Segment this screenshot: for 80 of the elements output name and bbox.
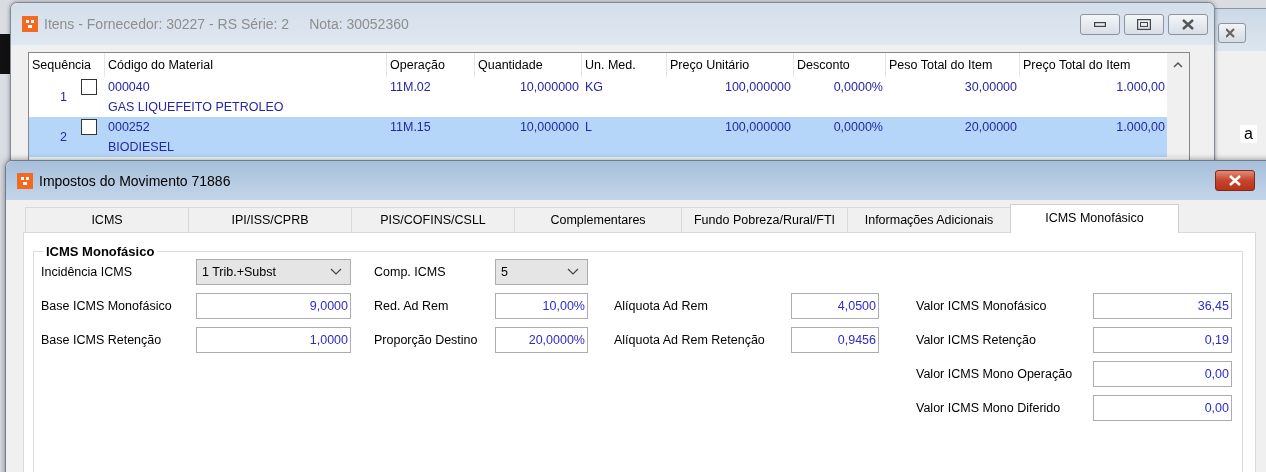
tab[interactable]: ICMS xyxy=(25,207,189,232)
close-button[interactable] xyxy=(1215,170,1255,191)
input-field[interactable]: 20,0000% xyxy=(495,327,588,353)
table-cell: 20,00000 xyxy=(964,120,1017,134)
table-cell: 1 xyxy=(60,90,67,104)
column-header[interactable]: Sequência xyxy=(29,53,104,77)
column-header[interactable]: Desconto xyxy=(793,53,885,77)
input-field[interactable]: 10,00% xyxy=(495,293,588,319)
tab[interactable]: ICMS Monofásico xyxy=(1010,204,1179,233)
table-cell: 0,0000% xyxy=(833,120,883,134)
table-cell-text: BIODIESEL xyxy=(108,139,175,156)
input-field[interactable]: 0,00 xyxy=(1093,361,1232,387)
table-cell: 30,00000 xyxy=(964,80,1017,94)
column-header[interactable]: Quantidade xyxy=(474,53,581,77)
table-cell: 100,000000 xyxy=(724,120,791,134)
field-label: Valor ICMS Retenção xyxy=(916,333,1037,347)
dropdown[interactable]: 5 xyxy=(495,259,588,285)
checkbox[interactable] xyxy=(81,79,97,95)
dropdown[interactable]: 1 Trib.+Subst xyxy=(196,259,351,285)
column-header[interactable]: Código do Material xyxy=(104,53,386,77)
app-icon xyxy=(22,16,38,32)
input-field[interactable]: 36,45 xyxy=(1093,293,1232,319)
column-header[interactable]: Un. Med. xyxy=(581,53,666,77)
table-cell: 10,000000 xyxy=(519,120,579,134)
maximize-icon xyxy=(1137,18,1151,30)
table-cell-text: 000252 xyxy=(108,119,151,136)
field-label: Alíquota Ad Rem Retenção xyxy=(614,333,766,347)
field-label: Base ICMS Retenção xyxy=(41,333,163,347)
close-button[interactable] xyxy=(1218,23,1246,43)
table-cell: 0,0000% xyxy=(833,80,883,94)
scrollbar[interactable] xyxy=(1167,53,1189,77)
field-label: Valor ICMS Monofásico xyxy=(916,299,1048,313)
field-label: Base ICMS Monofásico xyxy=(41,299,173,313)
table-cell: 11M.02 xyxy=(390,80,431,94)
column-header[interactable]: Preço Unitário xyxy=(666,53,793,77)
field-label: Valor ICMS Mono Operação xyxy=(916,367,1074,381)
table-cell: 2 xyxy=(60,130,67,144)
table-cell-text: GAS LIQUEFEITO PETROLEO xyxy=(108,99,285,116)
app-icon xyxy=(17,172,33,189)
input-field[interactable]: 0,00 xyxy=(1093,395,1232,421)
minimize-button[interactable] xyxy=(1080,13,1120,35)
table-cell: L xyxy=(585,120,592,134)
close-icon xyxy=(1228,175,1242,186)
table-cell: 11M.15 xyxy=(390,120,431,134)
note-number: Nota: 30052360 xyxy=(309,16,409,32)
window-title: Itens - Fornecedor: 30227 - RS Série: 2 xyxy=(44,16,290,32)
table-cell-text: 000040 xyxy=(108,79,151,96)
scroll-up-icon xyxy=(1173,61,1183,69)
window-text: a xyxy=(1240,125,1257,143)
close-icon xyxy=(1182,18,1194,30)
field-label: Alíquota Ad Rem xyxy=(614,299,709,313)
window-title: Impostos do Movimento 71886 xyxy=(39,172,231,189)
field-label: Valor ICMS Mono Diferido xyxy=(916,401,1062,415)
table-cell: 10,000000 xyxy=(519,80,579,94)
minimize-icon xyxy=(1094,21,1106,27)
checkbox[interactable] xyxy=(81,119,97,135)
column-header[interactable]: Operação xyxy=(386,53,474,77)
field-label: Incidência ICMS xyxy=(41,265,133,279)
column-header[interactable]: Peso Total do Item xyxy=(885,53,1019,77)
close-icon xyxy=(1226,27,1238,39)
table-row[interactable]: 2 000252 BIODIESEL 11M.15 10,000000 L 100,000000 0,0000% 20,00000 1.000,00 xyxy=(29,117,1189,157)
chevron-down-icon xyxy=(330,268,342,276)
field-label: Red. Ad Rem xyxy=(374,299,450,313)
input-field[interactable]: 0,19 xyxy=(1093,327,1232,353)
input-field[interactable]: 4,0500 xyxy=(791,293,879,319)
input-field[interactable]: 1,0000 xyxy=(196,327,351,353)
table-cell: 100,000000 xyxy=(724,80,791,94)
table-cell: KG xyxy=(585,80,604,94)
chevron-down-icon xyxy=(567,268,579,276)
close-button[interactable] xyxy=(1168,13,1208,35)
table-row[interactable]: 1 000040 GAS LIQUEFEITO PETROLEO 11M.02 10,000000 KG 100,000000 0,0000% 30,00000 1.000,00 xyxy=(29,77,1189,117)
input-field[interactable]: 0,9456 xyxy=(791,327,879,353)
group-title: ICMS Monofásico xyxy=(45,244,156,259)
field-label: Comp. ICMS xyxy=(374,265,447,279)
maximize-button[interactable] xyxy=(1124,13,1164,35)
field-label: Proporção Destino xyxy=(374,333,479,347)
input-field[interactable]: 9,0000 xyxy=(196,293,351,319)
table-cell: 1.000,00 xyxy=(1116,80,1165,94)
table-cell: 1.000,00 xyxy=(1116,120,1165,134)
window-edge xyxy=(0,34,10,74)
